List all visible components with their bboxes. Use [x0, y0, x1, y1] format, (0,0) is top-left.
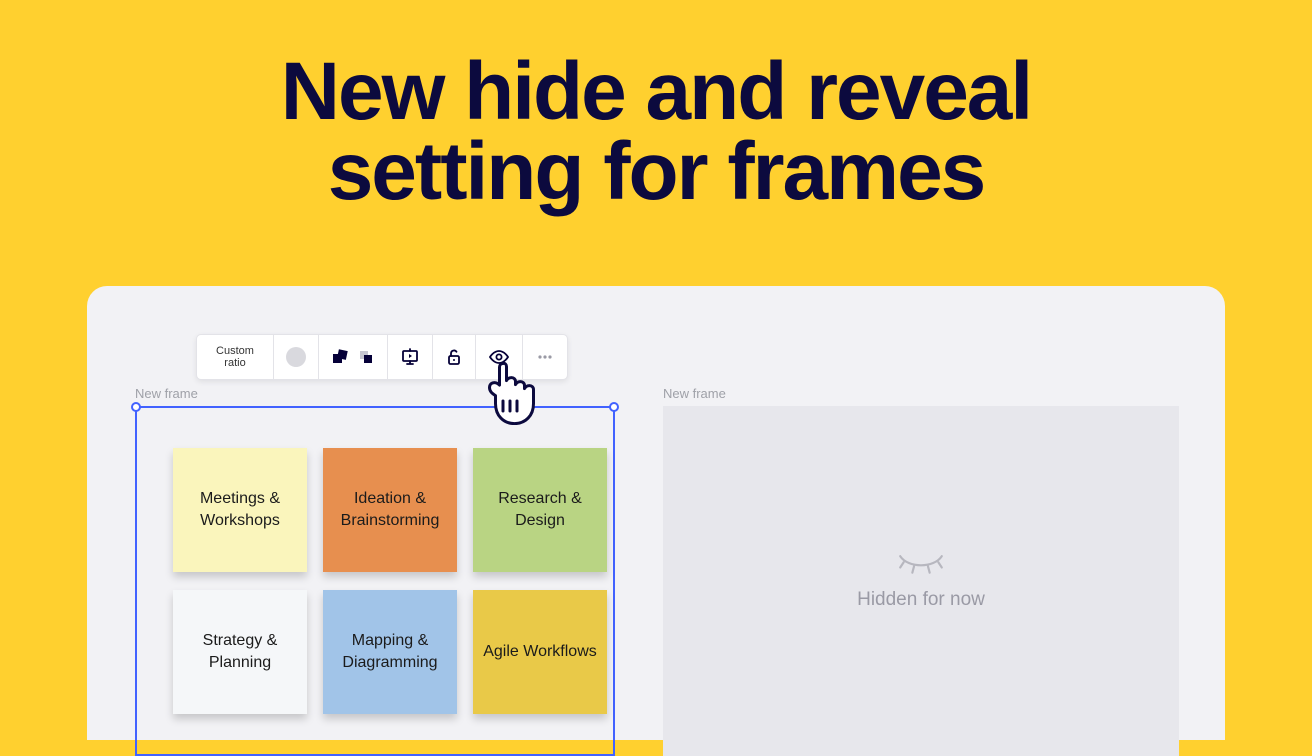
frame-2-label: New frame	[663, 386, 726, 401]
layer-order-buttons[interactable]	[319, 335, 388, 379]
ratio-line-1: Custom	[209, 345, 261, 357]
page-headline: New hide and reveal setting for frames	[0, 0, 1312, 213]
headline-line-2: setting for frames	[0, 132, 1312, 212]
ratio-button[interactable]: Custom ratio	[197, 335, 274, 379]
frame-1[interactable]: Meetings & Workshops Ideation & Brainsto…	[135, 406, 615, 756]
more-dots-icon	[535, 348, 555, 366]
bring-front-icon	[331, 348, 349, 366]
fill-color-button[interactable]	[274, 335, 319, 379]
presentation-icon	[400, 347, 420, 367]
present-button[interactable]	[388, 335, 433, 379]
frame-1-label: New frame	[135, 386, 198, 401]
sticky-note[interactable]: Strategy & Planning	[173, 590, 307, 714]
sticky-note[interactable]: Research & Design	[473, 448, 607, 572]
sticky-grid: Meetings & Workshops Ideation & Brainsto…	[173, 448, 607, 714]
resize-handle-top-right[interactable]	[609, 402, 619, 412]
sticky-note[interactable]: Mapping & Diagramming	[323, 590, 457, 714]
headline-line-1: New hide and reveal	[0, 52, 1312, 132]
miro-canvas[interactable]: New frame Meetings & Workshops Ideation …	[87, 286, 1225, 740]
lock-button[interactable]	[433, 335, 476, 379]
frame-2-hidden[interactable]: Hidden for now	[663, 406, 1179, 756]
sticky-note[interactable]: Ideation & Brainstorming	[323, 448, 457, 572]
sticky-note[interactable]: Meetings & Workshops	[173, 448, 307, 572]
sticky-note[interactable]: Agile Workflows	[473, 590, 607, 714]
closed-eye-icon	[895, 551, 947, 575]
hidden-placeholder-text: Hidden for now	[857, 589, 985, 611]
unlock-icon	[445, 348, 463, 366]
ratio-line-2: ratio	[209, 357, 261, 369]
pointer-hand-cursor-icon	[480, 359, 538, 425]
send-back-icon	[357, 348, 375, 366]
color-swatch-icon	[286, 347, 306, 367]
resize-handle-top-left[interactable]	[131, 402, 141, 412]
